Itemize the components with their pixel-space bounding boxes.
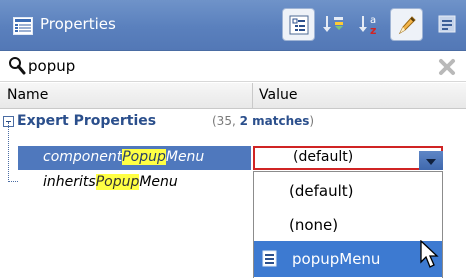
property-name: inheritsPopupMenu <box>43 174 178 190</box>
sort-alphabetically-icon: a z <box>359 15 376 35</box>
menu-component-icon <box>262 250 277 267</box>
combobox-selected-value: (default) <box>293 149 354 165</box>
clear-search-icon[interactable] <box>438 58 456 76</box>
show-expert-properties-icon <box>398 16 416 35</box>
sort-alphabetically-button[interactable]: a z <box>354 8 387 41</box>
name-part: Menu <box>165 149 205 165</box>
dropdown-option-popupmenu[interactable]: popupMenu <box>254 241 442 277</box>
category-label: Expert Properties <box>17 113 157 129</box>
dropdown-option-none[interactable]: (none) <box>254 208 442 241</box>
panel-title: Properties <box>40 15 116 33</box>
value-combobox[interactable]: (default) <box>253 146 443 170</box>
value-dropdown-list: (default) (none) popupMenu <box>253 171 443 278</box>
name-part: component <box>43 149 123 165</box>
dropdown-arrow-icon[interactable] <box>419 151 443 170</box>
category-match-count: (35, 2 matches) <box>212 114 314 128</box>
sort-by-category-icon <box>323 16 343 32</box>
category-row-expert-properties[interactable]: Expert Properties (35, 2 matches) <box>0 110 466 134</box>
mouse-pointer-icon <box>420 240 439 268</box>
search-match-highlight: Popup <box>95 174 140 190</box>
sort-by-category-button[interactable] <box>318 8 351 41</box>
name-part: Menu <box>139 174 178 190</box>
properties-list-icon <box>13 17 33 35</box>
description-button[interactable] <box>430 8 463 41</box>
option-label: (none) <box>289 216 339 234</box>
dropdown-option-default[interactable]: (default) <box>254 174 442 207</box>
count-suffix: ) <box>309 114 315 128</box>
svg-text:z: z <box>370 24 376 35</box>
categorized-view-icon <box>289 15 309 35</box>
count-prefix: (35, <box>212 114 240 128</box>
value-column-header[interactable]: Value <box>259 87 297 103</box>
name-part: inherits <box>43 174 96 190</box>
search-input[interactable]: popup <box>28 57 75 75</box>
name-column-header[interactable]: Name <box>7 87 48 103</box>
categorized-view-button[interactable] <box>282 8 315 41</box>
show-expert-properties-button[interactable] <box>390 8 423 41</box>
properties-header: Properties a z <box>0 0 466 51</box>
search-icon <box>9 57 26 75</box>
search-match-highlight: Popup <box>122 149 166 165</box>
column-divider[interactable] <box>252 83 253 109</box>
filter-search-bar[interactable]: popup <box>0 52 466 82</box>
description-icon <box>438 15 456 33</box>
count-matches: 2 matches <box>239 114 310 128</box>
option-label: popupMenu <box>292 250 381 268</box>
property-name: componentPopupMenu <box>43 149 204 165</box>
option-label: (default) <box>289 182 354 200</box>
property-table-header: Name Value <box>0 83 466 109</box>
